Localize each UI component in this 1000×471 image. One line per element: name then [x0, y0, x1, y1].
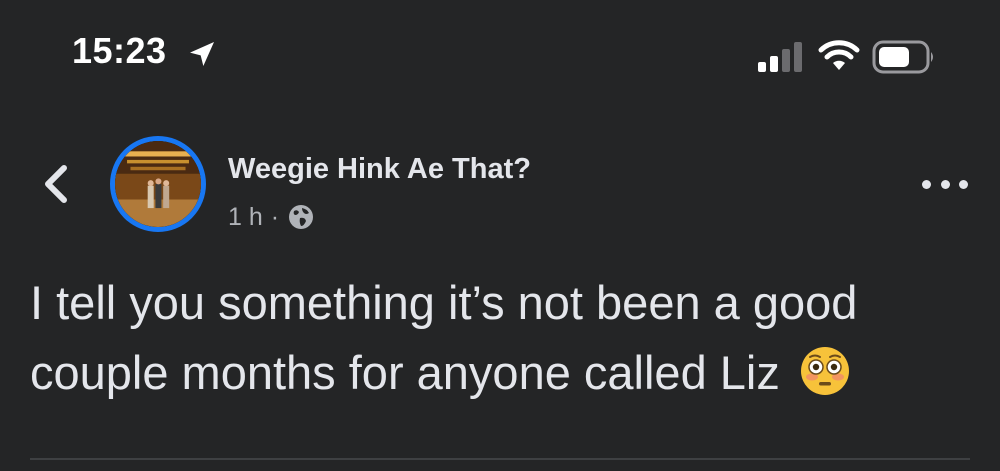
- page-name[interactable]: Weegie Hink Ae That?: [228, 153, 531, 186]
- more-dot-icon: [940, 179, 950, 189]
- post-meta: 1 h ·: [228, 201, 315, 233]
- more-dot-icon: [922, 179, 931, 189]
- post-body: I tell you something it’s not been a goo…: [30, 268, 980, 408]
- battery-icon: [872, 40, 933, 74]
- wifi-icon: [818, 40, 860, 70]
- post-text: I tell you something it’s not been a goo…: [30, 276, 858, 399]
- cellular-signal-icon: [758, 42, 802, 72]
- avatar-photo: [115, 141, 201, 227]
- back-chevron-icon[interactable]: [38, 162, 72, 206]
- meta-separator: ·: [270, 202, 280, 231]
- facebook-post-screen: 15:23 Weegie Hink Ae That? 1 h · I tell …: [0, 0, 1000, 471]
- page-avatar[interactable]: [110, 136, 206, 232]
- globe-icon[interactable]: [287, 203, 315, 231]
- more-options-button[interactable]: [922, 170, 968, 198]
- status-time: 15:23: [72, 30, 167, 71]
- post-timestamp[interactable]: 1 h: [228, 203, 263, 232]
- post-divider: [30, 458, 970, 460]
- flushed-face-emoji-icon: [800, 347, 849, 395]
- location-arrow-icon: [190, 42, 214, 66]
- more-dot-icon: [959, 179, 968, 189]
